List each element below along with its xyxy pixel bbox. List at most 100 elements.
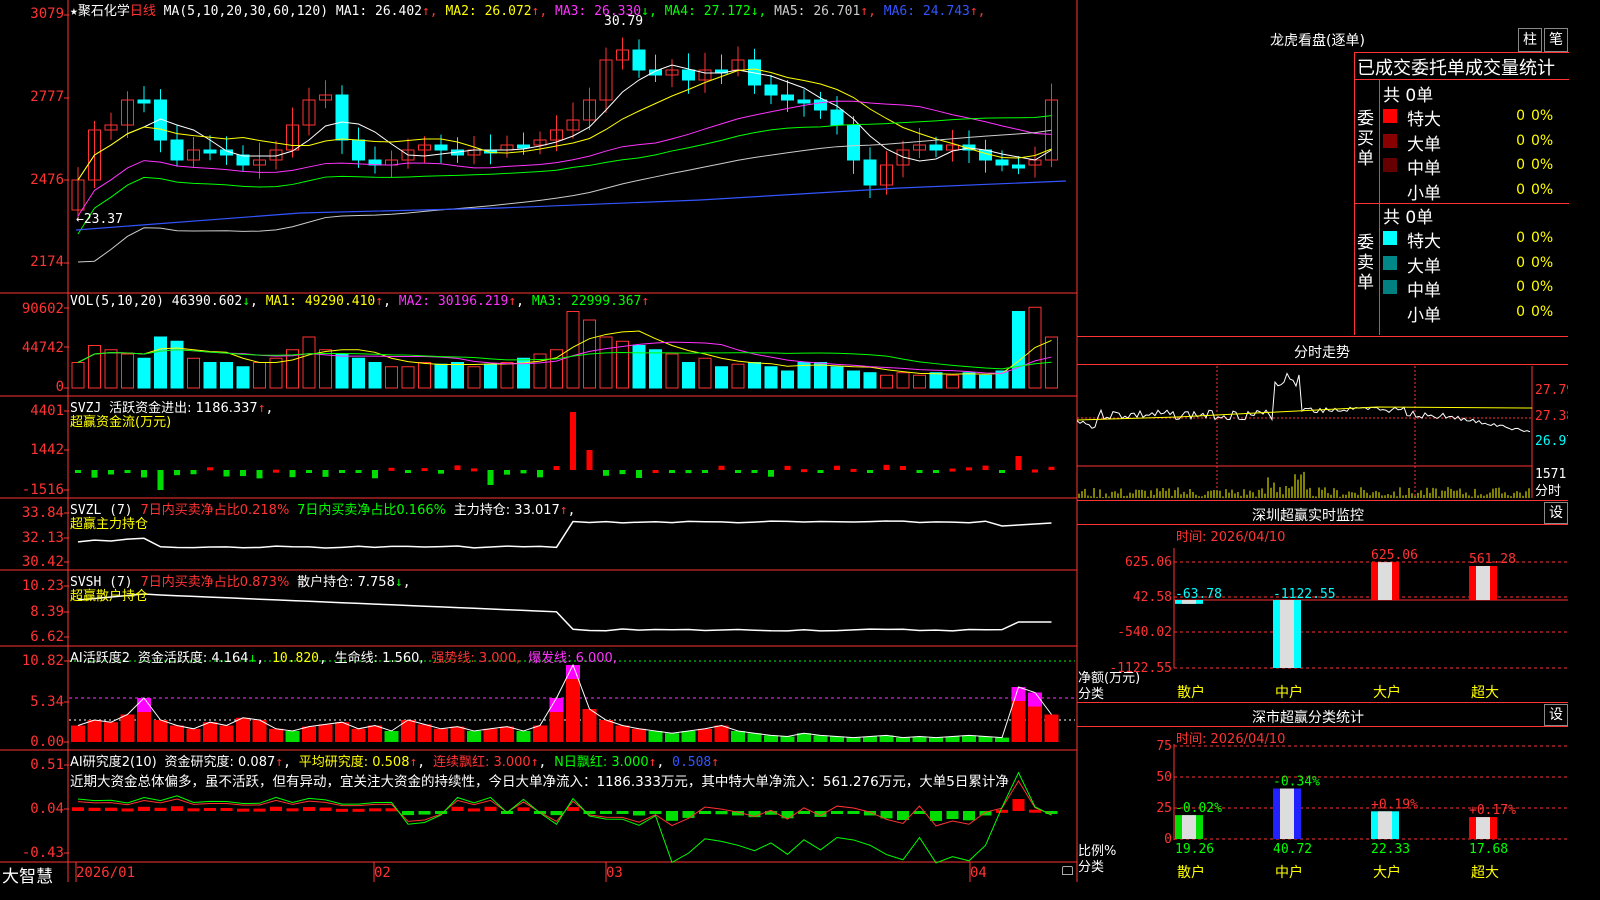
y-tick-ai1-0: 10.82	[21, 653, 64, 669]
volume-bar	[781, 370, 794, 389]
ai2-bar	[715, 811, 728, 815]
ss-bar-inner-1	[1280, 788, 1294, 839]
volume-bar	[154, 336, 167, 389]
svzj-bar	[471, 468, 477, 472]
ai2-bar	[699, 811, 711, 814]
right-charts: 27.79 27.38 26.97 1571 分时 625.06 42.58 -540.02 -…	[1077, 366, 1568, 881]
volume-bar	[896, 372, 910, 389]
svzj-bar	[108, 470, 114, 475]
ai1-e: 爆发线: 6.000,	[528, 651, 617, 666]
volume-bar	[616, 340, 629, 389]
svzj-bar	[586, 450, 593, 470]
ai1-bar	[665, 733, 679, 742]
svzj-bar	[256, 470, 263, 479]
volume-bar	[715, 366, 728, 389]
y-tick-svzj-1: 1442	[30, 442, 64, 458]
chart-area[interactable]	[0, 0, 1078, 882]
ai2-bar	[171, 806, 183, 811]
volume-bar	[335, 353, 349, 389]
candle-body	[434, 144, 448, 151]
ss-cat-1: 中户	[1275, 864, 1303, 881]
y-tick-main-3: 2174	[30, 254, 64, 270]
ai1-bar	[120, 714, 135, 742]
svzj-bar	[1048, 466, 1055, 470]
ai1-bar	[582, 709, 597, 742]
ss-cat-0: 散户	[1177, 864, 1205, 881]
svzj-bar	[537, 470, 543, 478]
ai1-b: 10.820	[272, 651, 320, 666]
low-price-label: ←23.37	[76, 212, 123, 227]
candle-body	[1012, 164, 1025, 169]
svzj-bar	[735, 470, 741, 473]
ai2-bar	[402, 811, 414, 816]
ai1-bar	[450, 726, 465, 742]
volume-bar	[830, 366, 844, 389]
svzj-bar	[801, 469, 807, 473]
volume-bar	[137, 357, 151, 389]
x-label-2: 03	[606, 865, 623, 881]
candle-body	[929, 144, 943, 151]
svzj-bar	[174, 470, 180, 476]
ai1-bar	[632, 728, 646, 742]
ss-tick-3: 0	[1164, 832, 1172, 847]
y-tick-vol-1: 44742	[21, 340, 64, 356]
candle-body	[995, 159, 1009, 166]
ai1-bar	[764, 735, 778, 742]
lock-icon[interactable]	[1062, 866, 1073, 875]
y-tick-ai2-2: -0.43	[21, 845, 64, 861]
svzj-bar	[355, 470, 362, 473]
ai1-bar-base	[549, 712, 564, 742]
period-label[interactable]: 日线	[130, 4, 156, 19]
ai2-bar	[336, 808, 348, 812]
ai2-bar	[303, 807, 315, 811]
ai1-bar	[434, 728, 448, 742]
ai1-bar	[368, 725, 382, 742]
volume-bar	[467, 366, 481, 389]
ai1-a: 资金活跃度: 4.164	[137, 651, 249, 666]
volume-bar	[698, 357, 712, 389]
x-label-0: 2026/01	[76, 865, 136, 881]
volume-bar	[71, 362, 85, 389]
ai1-bar	[104, 722, 118, 742]
svsh-c: 散户持仓: 7.758	[297, 575, 395, 590]
volume-bar	[913, 374, 926, 389]
sz-cat-2: 大户	[1373, 684, 1401, 701]
sz-cat-0: 散户	[1177, 684, 1205, 701]
ai1-bar	[219, 725, 234, 742]
volume-bar	[385, 366, 398, 389]
ss-bar-pct-1: 40.72	[1273, 842, 1312, 857]
stock-title[interactable]: ★聚石化学	[70, 4, 130, 19]
volume-bar	[632, 345, 646, 389]
svzj-bar	[570, 412, 576, 470]
volume-bar	[649, 349, 662, 389]
volume-bar	[451, 362, 464, 389]
ai2-bar	[451, 806, 464, 811]
y-tick-main-1: 2777	[30, 89, 64, 105]
volume-bar	[929, 372, 943, 389]
fenshi-tick-0: 27.79	[1535, 383, 1568, 398]
x-label-1: 02	[374, 865, 391, 881]
ai2-bar	[105, 807, 117, 811]
candle-body	[203, 149, 217, 154]
ai2-bar	[550, 811, 563, 816]
candle-body	[682, 69, 695, 81]
ma-line-6	[75, 180, 1067, 231]
volume-value: 46390.602	[171, 294, 243, 309]
sz-tick-1: 42.58	[1133, 590, 1172, 605]
ai1-bar-base	[1028, 706, 1042, 742]
ai2-b: 平均研究度: 0.508	[298, 755, 410, 770]
svzl-c: 主力持仓: 33.017	[453, 503, 560, 518]
high-price-label: 30.79	[604, 14, 644, 29]
volume-bar	[962, 372, 976, 389]
svzj-bar	[784, 465, 791, 470]
volume-bar	[104, 349, 118, 389]
svzj-bar	[223, 470, 230, 477]
y-tick-vol-0: 90602	[21, 301, 64, 317]
ss-bar-chg-2: +0.19%	[1371, 797, 1418, 812]
volume-bar	[352, 357, 365, 389]
candle-body	[137, 99, 151, 104]
volume-ma3: MA3: 22999.367	[531, 294, 642, 309]
ai2-bar	[369, 808, 381, 812]
ai2-bar	[204, 808, 216, 812]
sz-bar-inner-2	[1378, 562, 1392, 600]
